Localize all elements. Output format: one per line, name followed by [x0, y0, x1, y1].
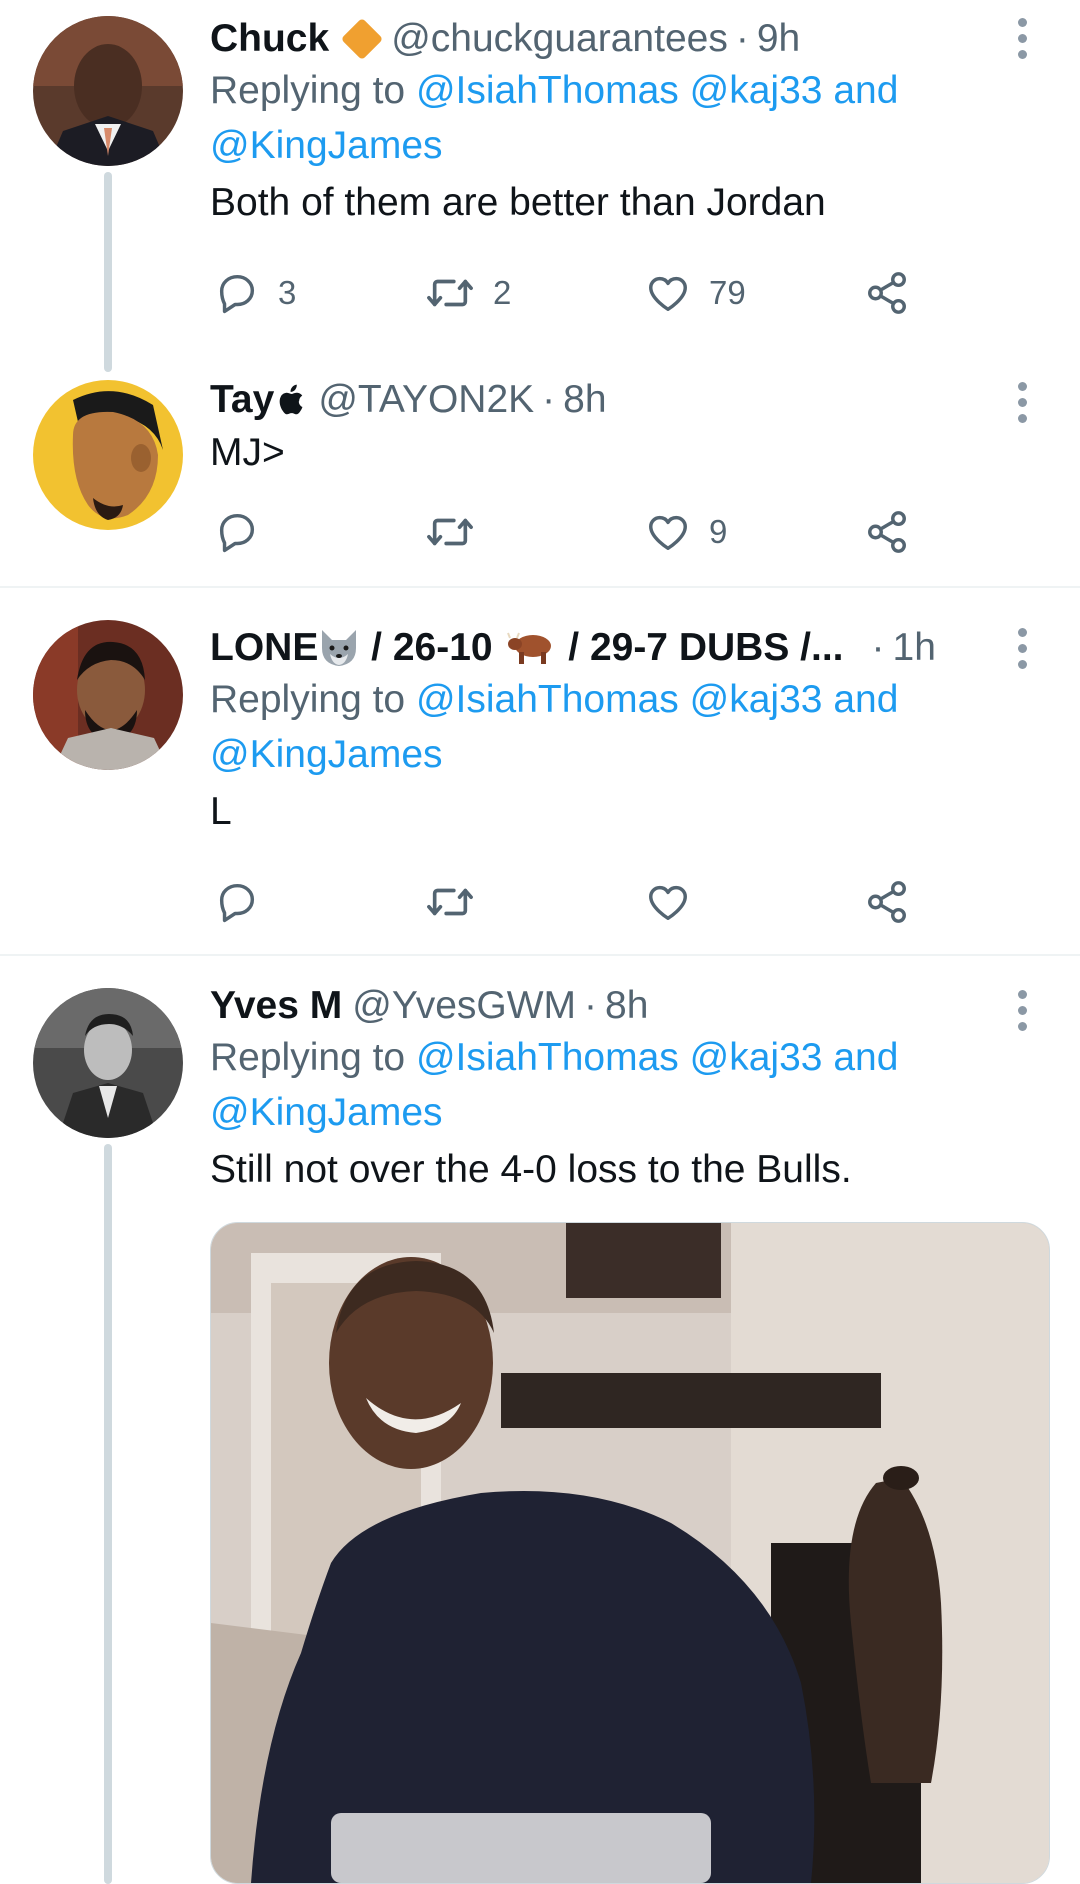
tweet-text: MJ> — [210, 431, 285, 474]
tweet-body: Tay @TAYON2K · 8h MJ> — [210, 376, 1030, 482]
mention-kaj33[interactable]: @kaj33 — [690, 1036, 823, 1079]
like-button[interactable] — [645, 872, 709, 932]
replying-to: Replying to @IsiahThomas @kaj33 and @Kin… — [210, 63, 1030, 173]
more-icon[interactable] — [1012, 624, 1032, 674]
display-name-part-2[interactable]: / 26-10 — [360, 624, 503, 672]
ox-emoji-icon — [507, 632, 552, 664]
tweet-body: Yves M @YvesGWM · 8h Replying to @IsiahT… — [210, 982, 1030, 1200]
like-icon — [649, 515, 687, 551]
avatar[interactable] — [33, 16, 183, 166]
tweet-text: L — [210, 790, 232, 833]
tweet-3[interactable]: LONE / 26-10 / 29-7 DUBS /... · 1h Reply… — [0, 588, 1080, 954]
like-icon — [649, 885, 687, 921]
mention-kaj33[interactable]: @kaj33 — [690, 678, 823, 721]
display-name-part-3[interactable]: / 29-7 DUBS /... — [557, 624, 843, 672]
tweet-text: Both of them are better than Jordan — [210, 181, 826, 224]
reply-button[interactable] — [214, 502, 278, 562]
timestamp[interactable]: 1h — [893, 624, 936, 672]
separator: · — [584, 984, 598, 1027]
timestamp[interactable]: 9h — [757, 15, 800, 63]
share-icon — [868, 881, 906, 923]
share-button[interactable] — [864, 872, 910, 932]
tweet-text: Still not over the 4-0 loss to the Bulls… — [210, 1148, 852, 1191]
tweet-header: LONE / 26-10 / 29-7 DUBS /... · 1h — [210, 624, 1030, 672]
replying-prefix: Replying to — [210, 678, 416, 721]
reply-button[interactable]: 3 — [214, 263, 296, 323]
apple-icon — [279, 384, 303, 415]
more-icon[interactable] — [1012, 986, 1032, 1036]
tweet-header: Chuck @chuckguarantees · 9h — [210, 15, 1030, 63]
tweet-media-image[interactable] — [210, 1222, 1050, 1884]
replying-to: Replying to @IsiahThomas @kaj33 and @Kin… — [210, 1030, 1030, 1140]
timestamp[interactable]: 8h — [605, 982, 648, 1030]
share-icon — [868, 272, 906, 314]
like-count: 79 — [709, 274, 746, 311]
tweet-header: Yves M @YvesGWM · 8h — [210, 982, 1030, 1030]
share-icon — [868, 511, 906, 553]
reply-icon — [219, 274, 255, 314]
separator: · — [735, 17, 749, 60]
replying-prefix: Replying to — [210, 69, 416, 112]
more-icon[interactable] — [1012, 378, 1032, 428]
wolf-emoji-icon — [322, 630, 357, 666]
display-name[interactable]: Tay — [210, 376, 274, 424]
mention-and[interactable]: and — [833, 69, 898, 112]
action-bar: 9 — [210, 502, 930, 562]
user-handle[interactable]: @YvesGWM — [352, 982, 576, 1030]
retweet-icon — [427, 518, 473, 546]
user-handle[interactable]: @TAYON2K — [318, 376, 534, 424]
verified-diamond-icon — [340, 17, 384, 61]
reply-button[interactable] — [214, 872, 278, 932]
like-icon — [649, 276, 687, 312]
like-button[interactable]: 79 — [645, 263, 746, 323]
mention-and[interactable]: and — [833, 1036, 898, 1079]
mention-kingjames[interactable]: @KingJames — [210, 1091, 443, 1134]
retweet-button[interactable] — [425, 872, 493, 932]
mention-isiahthomas[interactable]: @IsiahThomas — [416, 1036, 679, 1079]
tweet-2[interactable]: Tay @TAYON2K · 8h MJ> 9 — [0, 360, 1080, 586]
more-icon[interactable] — [1012, 14, 1032, 64]
reply-icon — [219, 883, 255, 923]
retweet-count: 2 — [493, 274, 512, 311]
retweet-button[interactable]: 2 — [425, 263, 511, 323]
timestamp[interactable]: 8h — [563, 376, 606, 424]
retweet-icon — [427, 888, 473, 916]
reply-icon — [219, 513, 255, 553]
tweet-body: LONE / 26-10 / 29-7 DUBS /... · 1h Reply… — [210, 624, 1030, 842]
mention-kaj33[interactable]: @kaj33 — [690, 69, 823, 112]
display-name-part-1[interactable]: LONE — [210, 624, 318, 672]
tweet-body: Chuck @chuckguarantees · 9h Replying to … — [210, 15, 1030, 233]
mention-kingjames[interactable]: @KingJames — [210, 124, 443, 167]
thread-line — [104, 172, 112, 372]
display-name[interactable]: Yves M — [210, 982, 342, 1030]
retweet-button[interactable] — [425, 502, 493, 562]
share-button[interactable] — [864, 263, 910, 323]
mention-isiahthomas[interactable]: @IsiahThomas — [416, 678, 679, 721]
like-count: 9 — [709, 513, 728, 550]
separator: · — [542, 378, 556, 421]
replying-prefix: Replying to — [210, 1036, 416, 1079]
retweet-icon — [427, 279, 473, 307]
mention-isiahthomas[interactable]: @IsiahThomas — [416, 69, 679, 112]
user-handle[interactable]: @chuckguarantees — [391, 15, 728, 63]
mention-and[interactable]: and — [833, 678, 898, 721]
mention-kingjames[interactable]: @KingJames — [210, 733, 443, 776]
display-name[interactable]: Chuck — [210, 15, 329, 63]
avatar[interactable] — [33, 988, 183, 1138]
tweet-header: Tay @TAYON2K · 8h — [210, 376, 1030, 424]
reply-count: 3 — [278, 274, 297, 311]
like-button[interactable]: 9 — [645, 502, 727, 562]
tweet-1[interactable]: Chuck @chuckguarantees · 9h Replying to … — [0, 0, 1080, 372]
share-button[interactable] — [864, 502, 910, 562]
avatar[interactable] — [33, 620, 183, 770]
action-bar: 3 2 79 — [210, 263, 930, 323]
separator: · — [871, 626, 885, 669]
thread-line — [104, 1144, 112, 1884]
replying-to: Replying to @IsiahThomas @kaj33 and @Kin… — [210, 672, 1030, 782]
avatar[interactable] — [33, 380, 183, 530]
action-bar — [210, 872, 930, 932]
